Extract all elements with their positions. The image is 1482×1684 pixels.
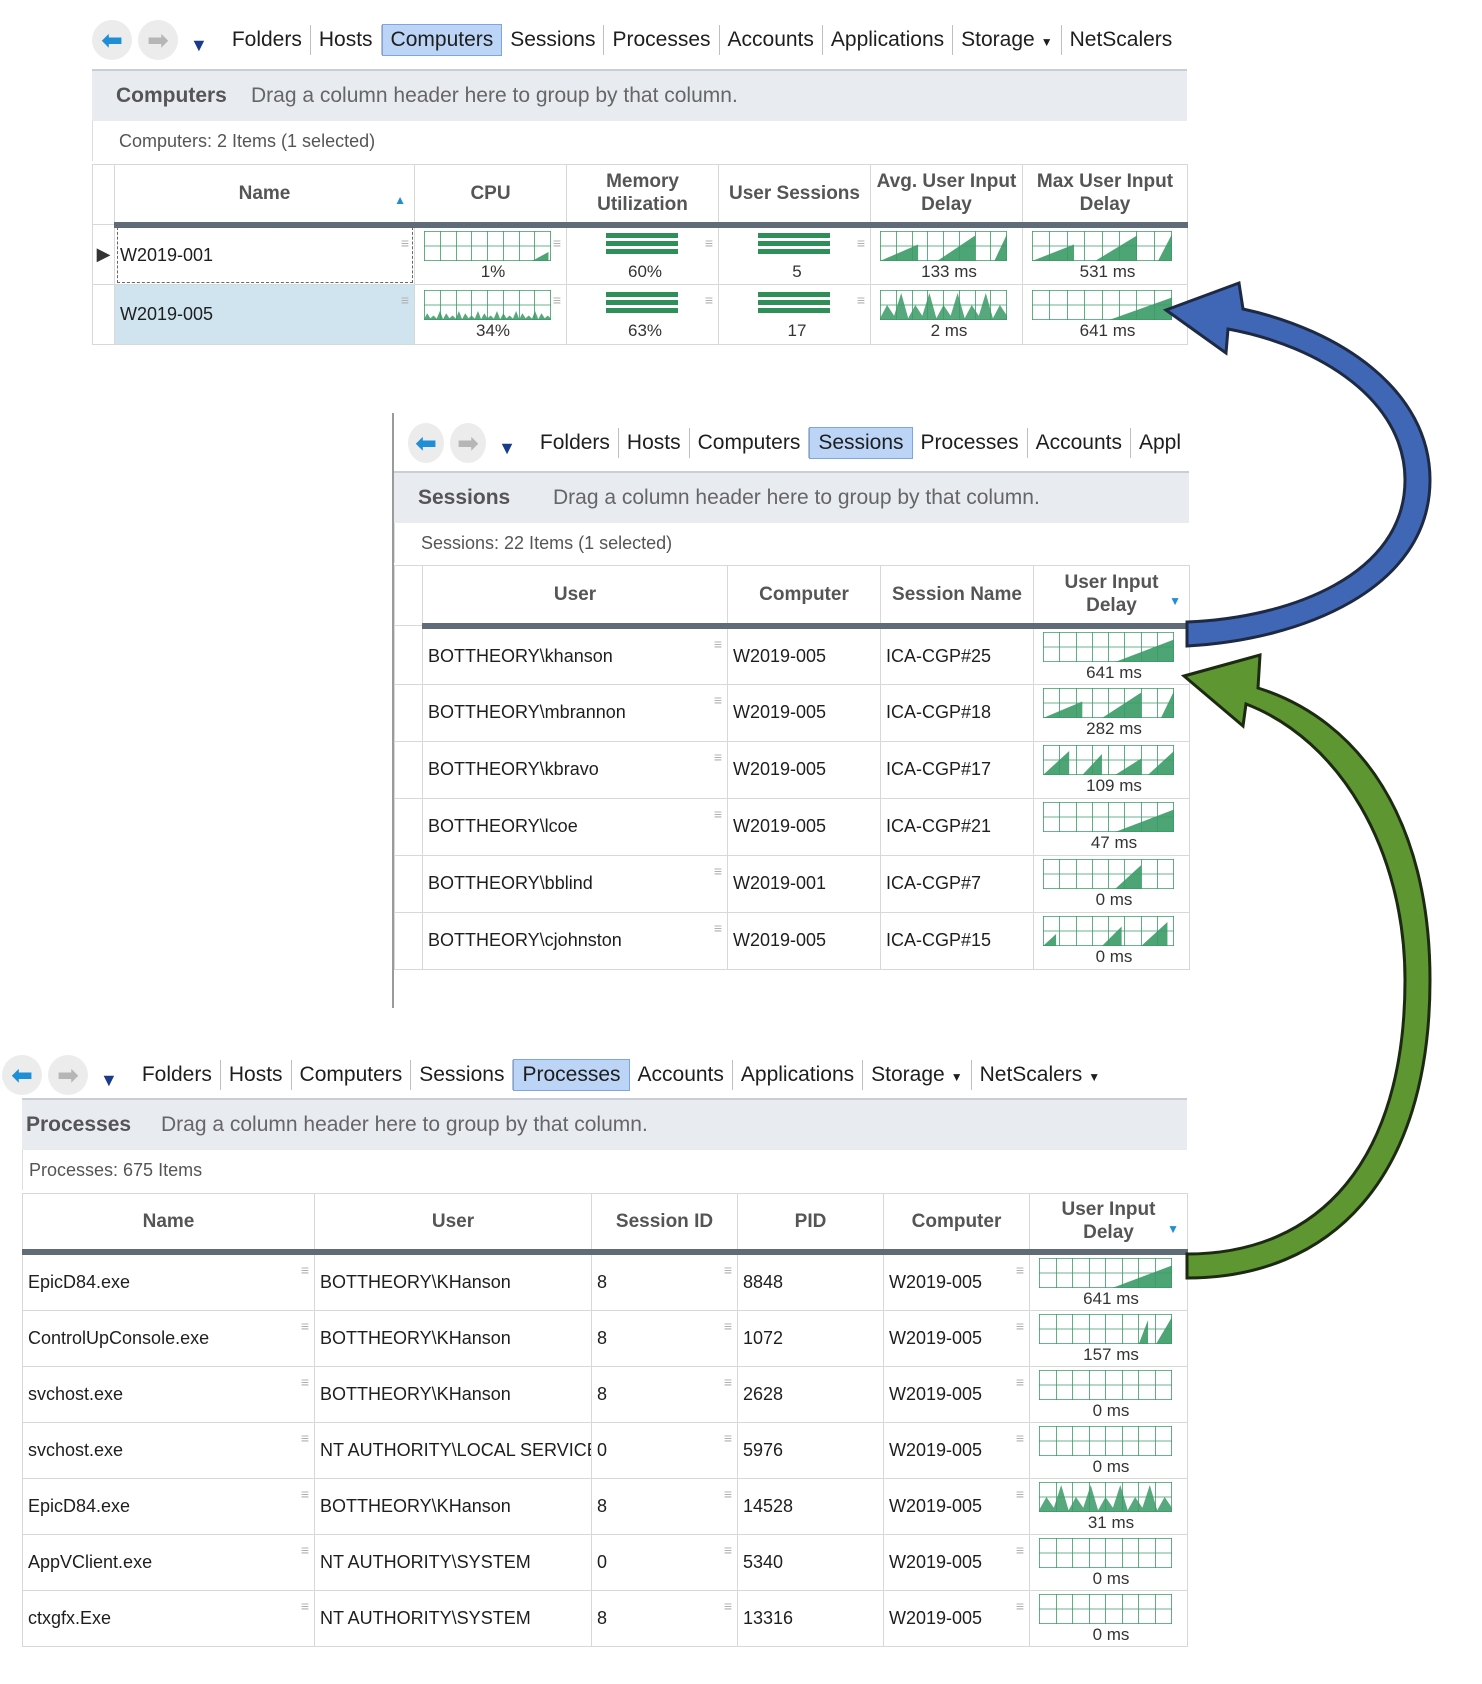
blue-curved-arrow <box>1162 280 1432 648</box>
annotation-arrows <box>1162 280 1432 1280</box>
green-curved-arrow <box>1180 652 1432 1280</box>
